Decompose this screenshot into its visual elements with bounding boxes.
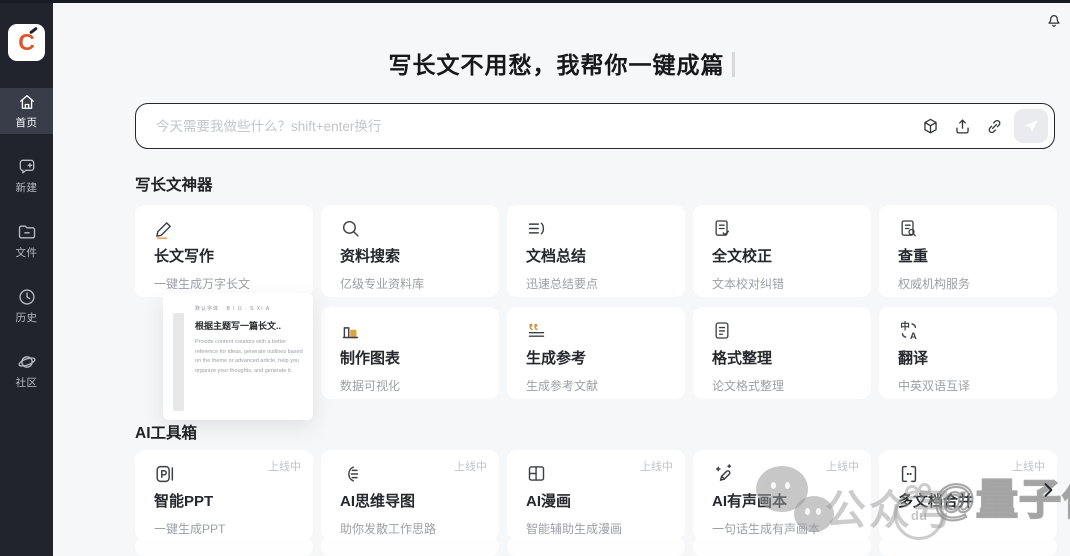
svg-text:A: A — [910, 331, 917, 341]
card-subtitle: 一键生成PPT — [154, 520, 299, 537]
card-title: 文档总结 — [526, 245, 671, 266]
preview-body: Provide content creators with a better r… — [195, 338, 306, 377]
search-icon — [340, 218, 485, 240]
card-title: 制作图表 — [340, 347, 485, 368]
quote-icon — [526, 320, 671, 342]
sidebar-item-files[interactable]: 文件 — [0, 218, 53, 264]
tool-card-plagiarism-check[interactable]: 查重权威机构服务 — [879, 205, 1057, 297]
doc-search-icon — [898, 218, 1043, 240]
tool-card-comic[interactable]: AI漫画智能辅助生成漫画 上线中 — [507, 450, 685, 540]
sidebar-item-history[interactable]: 历史 — [0, 283, 53, 329]
card-title: 长文写作 — [154, 245, 299, 266]
tool-card-doc-summary[interactable]: 文档总结迅速总结要点 — [507, 205, 685, 297]
card-subtitle: 一键生成万字长文 — [154, 275, 299, 292]
status-badge: 上线中 — [454, 458, 487, 474]
page-title: 写长文不用愁，我帮你一键成篇 — [389, 46, 725, 80]
tool-card-formatting[interactable]: 格式整理论文格式整理 — [693, 307, 871, 399]
card-subtitle: 文本校对纠错 — [712, 275, 857, 292]
tool-card-references[interactable]: 生成参考生成参考文献 — [507, 307, 685, 399]
summary-icon — [526, 218, 671, 240]
sidebar-item-label: 新建 — [16, 180, 38, 195]
page-spine — [173, 313, 184, 411]
card-title: 格式整理 — [712, 347, 857, 368]
card-subtitle: 亿级专业资料库 — [340, 275, 485, 292]
chevron-right-icon[interactable] — [1036, 478, 1060, 502]
tool-card-chart-maker[interactable]: 制作图表数据可视化 — [321, 307, 499, 399]
sidebar-item-label: 社区 — [16, 375, 38, 390]
sidebar-nav: 首页新建文件历史社区 — [0, 88, 53, 413]
tool-card-research-search[interactable]: 资料搜索亿级专业资料库 — [321, 205, 499, 297]
text-cursor — [732, 52, 735, 77]
tool-card-voice-book[interactable]: AI有声画本一句话生成有声画本 上线中 — [693, 450, 871, 540]
card-title: AI思维导图 — [340, 490, 485, 511]
preview-heading: 根据主题写一篇长文.. — [195, 319, 306, 332]
hero: 写长文不用愁，我帮你一键成篇 — [53, 46, 1070, 80]
section-title-ai-toolbox: AI工具箱 — [135, 421, 197, 443]
tool-card-proofread[interactable]: 全文校正文本校对纠错 — [693, 205, 871, 297]
translate-icon: 中A — [898, 320, 1043, 342]
status-badge: 上线中 — [826, 458, 859, 474]
tool-card-translate[interactable]: 中A 翻译中英双语互译 — [879, 307, 1057, 399]
card-title: AI有声画本 — [712, 490, 857, 511]
tool-card-long-writing[interactable]: 长文写作一键生成万字长文 — [135, 205, 313, 297]
card-subtitle: 迅速总结要点 — [526, 275, 671, 292]
card-subtitle: 智能辅助生成漫画 — [526, 520, 671, 537]
cube-icon[interactable] — [914, 110, 946, 142]
status-badge: 上线中 — [268, 458, 301, 474]
prompt-box — [135, 103, 1055, 149]
ai-toolbox-row: 智能PPT一键生成PPT上线中AI思维导图助你发散工作思路上线中AI漫画智能辅助… — [135, 450, 1057, 540]
bell-icon[interactable] — [1044, 9, 1064, 29]
card-title: 多文档合并 — [898, 490, 1043, 511]
status-badge: 上线中 — [640, 458, 673, 474]
sidebar-item-label: 首页 — [16, 115, 38, 130]
card-title: 翻译 — [898, 347, 1043, 368]
card-title: AI漫画 — [526, 490, 671, 511]
clock-icon — [17, 287, 37, 307]
card-title: 生成参考 — [526, 347, 671, 368]
prompt-input[interactable] — [154, 118, 914, 135]
planet-icon — [17, 352, 37, 372]
home-icon — [17, 92, 37, 112]
doc-lines-icon — [712, 320, 857, 342]
window-top-edge — [0, 0, 1070, 3]
card-subtitle: 权威机构服务 — [898, 275, 1043, 292]
long-writing-preview-card[interactable]: 默认字体 · B I U · S X² A 根据主题写一篇长文.. Provid… — [163, 293, 313, 420]
link-icon[interactable] — [978, 110, 1010, 142]
svg-text:中: 中 — [900, 321, 910, 333]
card-subtitle: 数据可视化 — [340, 377, 485, 394]
tool-card-mindmap[interactable]: AI思维导图助你发散工作思路 上线中 — [321, 450, 499, 540]
status-badge: 上线中 — [1012, 458, 1045, 474]
card-title: 全文校正 — [712, 245, 857, 266]
sidebar-item-new[interactable]: 新建 — [0, 153, 53, 199]
app-logo[interactable]: C — [8, 24, 45, 61]
sidebar-item-community[interactable]: 社区 — [0, 348, 53, 394]
card-title: 资料搜索 — [340, 245, 485, 266]
upload-icon[interactable] — [946, 110, 978, 142]
card-title: 智能PPT — [154, 490, 299, 511]
writer-tools-row2: 制作图表数据可视化生成参考生成参考文献格式整理论文格式整理中A翻译中英双语互译 — [321, 307, 1057, 399]
card-subtitle: 一句话生成有声画本 — [712, 520, 857, 537]
card-subtitle: 生成参考文献 — [526, 377, 671, 394]
card-title: 查重 — [898, 245, 1043, 266]
doc-check-icon — [712, 218, 857, 240]
preview-toolbar: 默认字体 · B I U · S X² A — [195, 305, 306, 312]
send-button[interactable] — [1014, 109, 1048, 143]
sidebar-item-label: 文件 — [16, 245, 38, 260]
new-chat-icon — [17, 157, 37, 177]
section-title-writer-tools: 写长文神器 — [135, 173, 213, 195]
tool-card-doc-merge[interactable]: 多文档合并 上线中 — [879, 450, 1057, 540]
card-subtitle: 中英双语互译 — [898, 377, 1043, 394]
sidebar: C 首页新建文件历史社区 — [0, 0, 53, 556]
chart-icon — [340, 320, 485, 342]
writer-tools-row1: 长文写作一键生成万字长文资料搜索亿级专业资料库文档总结迅速总结要点全文校正文本校… — [135, 205, 1057, 297]
sidebar-item-label: 历史 — [16, 310, 38, 325]
pencil-icon — [154, 218, 299, 240]
card-subtitle: 论文格式整理 — [712, 377, 857, 394]
sidebar-item-home[interactable]: 首页 — [0, 88, 53, 134]
logo-letter: C — [18, 31, 35, 54]
card-subtitle: 助你发散工作思路 — [340, 520, 485, 537]
preview-document: 默认字体 · B I U · S X² A 根据主题写一篇长文.. Provid… — [195, 305, 306, 377]
tool-card-smart-ppt[interactable]: 智能PPT 一键生成PPT 上线中 — [135, 450, 313, 540]
folder-icon — [17, 222, 37, 242]
